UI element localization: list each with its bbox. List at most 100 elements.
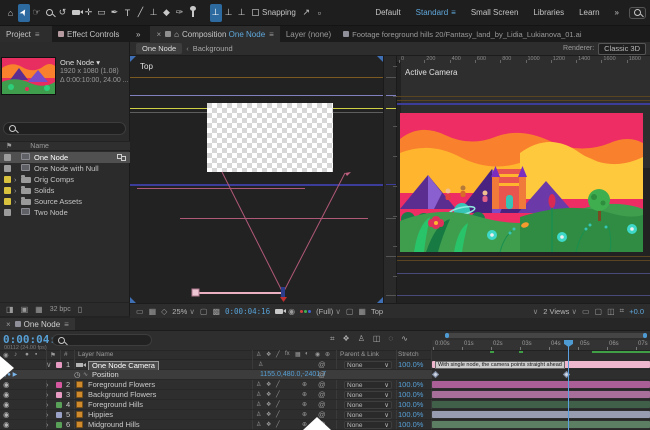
label-color-chip[interactable] (4, 154, 11, 161)
project-item[interactable]: One Node with Null (0, 163, 130, 174)
show-channel-icon[interactable] (300, 310, 311, 313)
project-item[interactable]: Two Node (0, 207, 130, 218)
tab-layer[interactable]: Layer (none) (280, 26, 337, 42)
breadcrumb-parent[interactable]: Background (193, 44, 233, 53)
effects-switch-icon[interactable]: fx (285, 351, 290, 357)
workspace-default[interactable]: Default (375, 8, 400, 17)
label-color-chip[interactable] (4, 198, 11, 205)
project-item[interactable]: ›Source Assets (0, 196, 130, 207)
share-view-icon[interactable]: ▭ (582, 307, 590, 316)
collapse-switch[interactable]: ❖ (266, 380, 271, 390)
layer-name[interactable]: Hippies (88, 410, 113, 420)
left-tabs-overflow[interactable]: » (130, 26, 146, 42)
quality-switch[interactable]: ╱ (276, 410, 280, 420)
close-icon[interactable]: × (6, 320, 11, 329)
workspace-learn[interactable]: Learn (579, 8, 599, 17)
project-item[interactable]: ›Solids (0, 185, 130, 196)
stretch-value[interactable]: 100.0% (398, 360, 423, 370)
3d-switch[interactable]: ⊕ (302, 400, 307, 410)
label-color-chip[interactable] (4, 187, 11, 194)
timeline-navigator[interactable] (445, 333, 647, 338)
camera-frustum[interactable] (130, 56, 383, 303)
property-name[interactable]: Position (92, 370, 119, 380)
comp-mini-flowchart-icon[interactable]: ⌗ (330, 334, 335, 344)
snap-edges-icon[interactable]: ↗ (300, 4, 312, 22)
shy-switch[interactable]: ♙ (256, 380, 261, 390)
hand-tool[interactable]: ☞ (31, 4, 43, 22)
layer-name[interactable]: Foreground Flowers (88, 380, 155, 390)
layer-name[interactable]: Background Flowers (88, 390, 156, 400)
snapping-toggle[interactable]: Snapping (252, 8, 296, 17)
timeline-search-input[interactable] (52, 334, 152, 346)
breadcrumb-current[interactable]: One Node (136, 43, 182, 54)
puppet-pin-tool[interactable] (187, 4, 199, 22)
pixel-aspect-icon[interactable]: ▢ (346, 307, 354, 316)
interpret-footage-icon[interactable]: ◨ (6, 305, 14, 314)
roto-brush-tool[interactable]: ✑ (174, 4, 186, 22)
layer-row[interactable]: ◉›4Foreground Hills♙❖╱⊕@None∨100.0% (0, 400, 432, 410)
layer-bar-row[interactable] (432, 420, 650, 430)
shy-switch[interactable]: ♙ (258, 360, 263, 370)
workspace-overflow[interactable]: » (615, 8, 619, 17)
pen-tool[interactable]: ✒ (109, 4, 121, 22)
3d-view-dropdown[interactable]: Top (371, 307, 383, 316)
quality-switch[interactable]: ╱ (276, 390, 280, 400)
layer-row[interactable]: ◉›3Background Flowers♙❖╱⊕@None∨100.0% (0, 390, 432, 400)
close-icon[interactable]: × (156, 30, 161, 39)
tab-effect-controls[interactable]: Effect Controls (52, 26, 130, 42)
shy-switch[interactable]: ♙ (256, 400, 261, 410)
3d-switch-icon[interactable]: ⊕ (325, 351, 330, 358)
transparency-grid-icon[interactable]: ▩ (212, 307, 220, 316)
type-tool[interactable]: T (122, 4, 134, 22)
local-axis-mode-button[interactable]: ⊥ (210, 4, 222, 22)
stretch-value[interactable]: 100.0% (398, 380, 423, 390)
parent-dropdown[interactable]: None∨ (344, 361, 392, 369)
layer-row[interactable]: ◉›5Hippies♙❖╱⊕@None∨100.0% (0, 410, 432, 420)
workspace-libraries[interactable]: Libraries (533, 8, 564, 17)
timeline-tab[interactable]: × One Node ≡ (0, 318, 75, 330)
twirl-icon[interactable]: › (46, 380, 49, 390)
layer-bar-row[interactable] (432, 410, 650, 420)
solo-column-icon[interactable]: ● (25, 351, 29, 358)
tab-footage[interactable]: Footage foreground hills 20/Fantasy_land… (337, 26, 587, 42)
layer-bar-row[interactable] (432, 380, 650, 390)
quality-switch[interactable]: ╱ (276, 420, 280, 430)
quality-switch[interactable]: ╱ (276, 380, 280, 390)
label-color-chip[interactable] (56, 422, 62, 428)
eraser-tool[interactable]: ◆ (161, 4, 173, 22)
mini-map-icon[interactable]: ◫ (607, 307, 615, 316)
pick-whip-icon[interactable]: @ (318, 390, 326, 400)
pick-whip-icon[interactable]: @ (318, 360, 326, 370)
shy-switch-icon[interactable]: ♙ (256, 351, 261, 358)
graph-editor-icon[interactable]: ∿ (401, 334, 408, 344)
name-column-header[interactable]: Name (30, 143, 49, 150)
parent-dropdown[interactable]: None∨ (344, 381, 392, 389)
eye-icon[interactable]: ◉ (3, 410, 10, 420)
panel-menu-icon[interactable]: ≡ (269, 30, 274, 39)
label-color-chip[interactable] (56, 412, 62, 418)
view-active-camera[interactable]: 020040060080010001200140016001800 Active… (397, 56, 650, 303)
playhead-line[interactable] (568, 340, 569, 430)
view-axis-mode-button[interactable]: ⊥ (236, 4, 248, 22)
brush-tool[interactable]: ╱ (135, 4, 147, 22)
frame-blending-icon[interactable]: ◫ (373, 334, 381, 344)
zoom-tool[interactable] (44, 4, 56, 22)
lock-views-icon[interactable]: ▢ (595, 307, 603, 316)
new-folder-icon[interactable]: ▣ (21, 305, 29, 314)
label-color-chip[interactable] (4, 209, 11, 216)
draft-3d-icon[interactable]: ❖ (343, 334, 350, 344)
pick-whip-icon[interactable]: @ (318, 380, 326, 390)
label-color-chip[interactable] (56, 362, 62, 368)
eye-icon[interactable]: ◉ (3, 420, 10, 430)
layer-row[interactable]: ◉›2Foreground Flowers♙❖╱⊕@None∨100.0% (0, 380, 432, 390)
project-item-title[interactable]: One Node ▾ (60, 58, 129, 67)
3d-switch[interactable]: ⊕ (302, 390, 307, 400)
snap-features-icon[interactable]: ▫ (313, 4, 325, 22)
twirl-icon[interactable]: ∨ (46, 360, 52, 370)
parent-dropdown[interactable]: None∨ (344, 421, 392, 429)
parent-dropdown[interactable]: None∨ (344, 411, 392, 419)
exposure-control[interactable]: +0.0 (629, 307, 644, 316)
quality-switch[interactable]: ╱ (276, 400, 280, 410)
home-tool[interactable]: ⌂ (5, 4, 17, 22)
layer-row[interactable]: ◉›6Midground Hills♙❖╱⊕@None∨100.0% (0, 420, 432, 430)
